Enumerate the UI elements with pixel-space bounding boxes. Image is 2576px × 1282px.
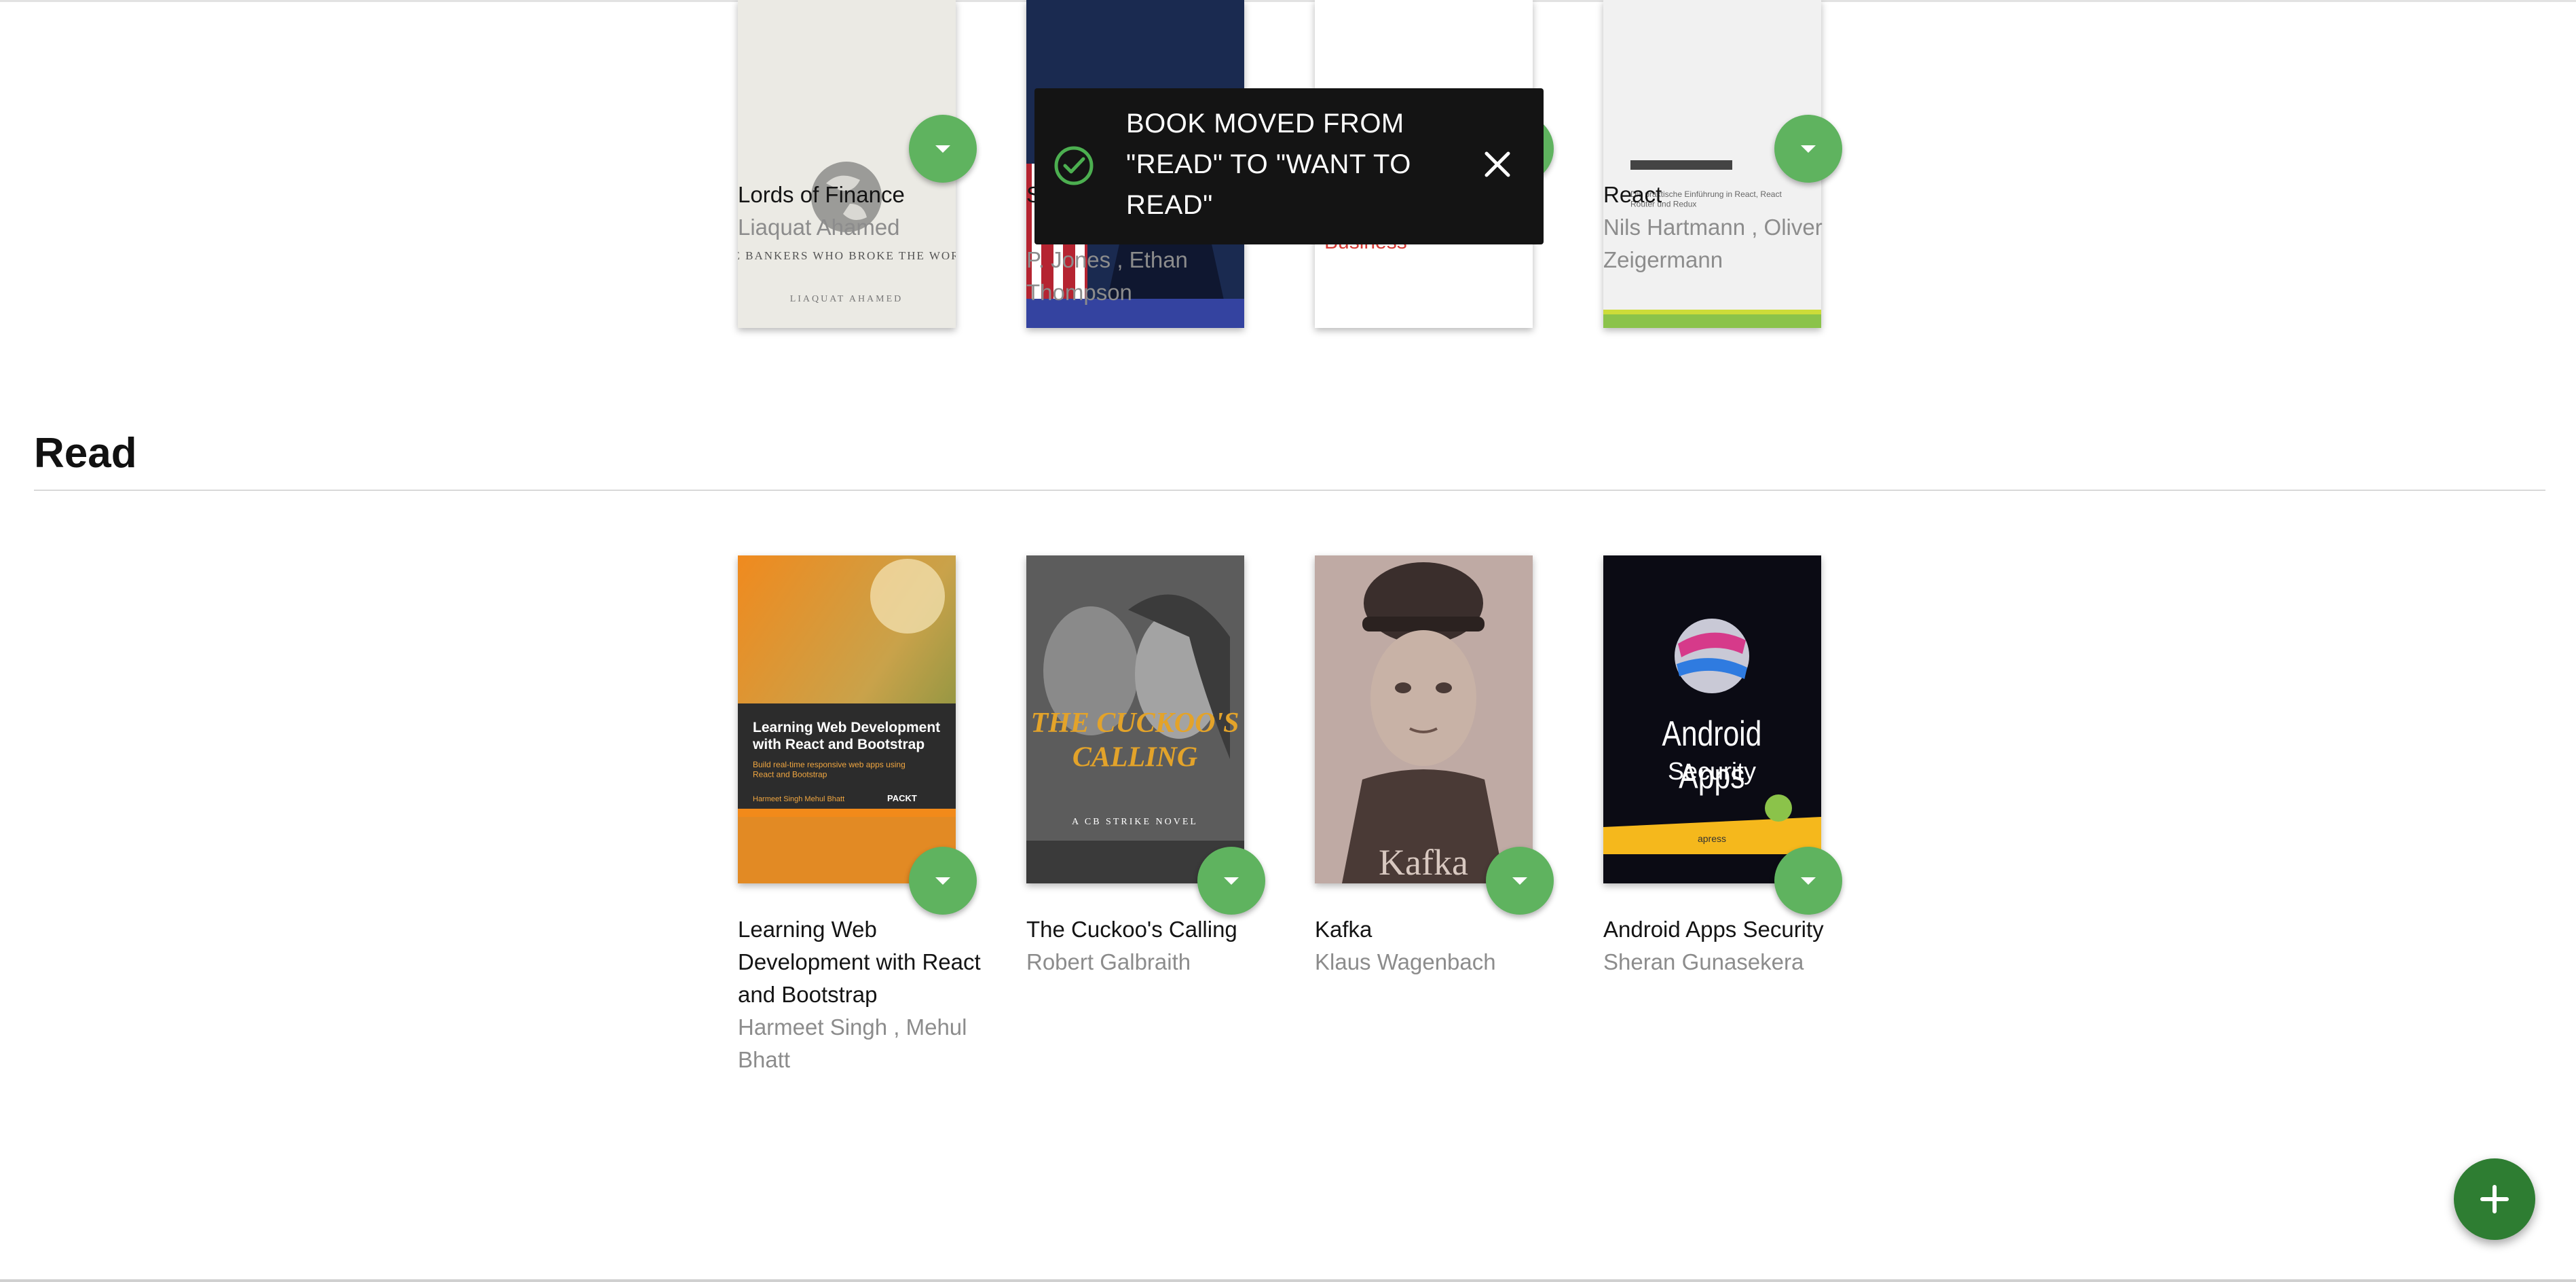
shelf-changer-button[interactable] [1197,847,1265,915]
book-authors: P. Jones , Ethan Thompson [1026,247,1188,305]
shelf-divider [34,490,2545,491]
book-title: The Cuckoo's Calling [1026,917,1237,942]
add-book-button[interactable] [2454,1158,2535,1240]
arrow-drop-down-icon [935,145,950,153]
shelf-changer-button[interactable] [1774,115,1842,183]
top-divider [0,0,2576,2]
book-authors: Nils Hartmann , Oliver Zeigermann [1603,215,1823,272]
toast-message: BOOK MOVED FROM "READ" TO "WANT TO READ" [1126,109,1411,220]
book-authors: Harmeet Singh , Mehul Bhatt [738,1014,967,1072]
svg-text:Kafka: Kafka [1379,842,1468,883]
bottom-divider [0,1279,2576,1282]
book-authors: Klaus Wagenbach [1315,949,1496,974]
book-title: React [1603,182,1662,207]
arrow-drop-down-icon [1512,877,1527,885]
svg-text:Harmeet Singh Mehul Bhatt: Harmeet Singh Mehul Bhatt [753,795,844,803]
plus-icon [2480,1185,2509,1213]
book-authors: Robert Galbraith [1026,949,1191,974]
svg-text:A CB STRIKE NOVEL: A CB STRIKE NOVEL [1072,817,1198,827]
book-cover[interactable]: Kafka [1315,555,1533,883]
book-title: Android Apps Security [1603,917,1824,942]
shelf-changer-button[interactable] [909,847,977,915]
shelf-changer-button[interactable] [1774,847,1842,915]
svg-text:LIAQUAT AHAMED: LIAQUAT AHAMED [790,294,903,304]
close-icon[interactable] [1480,147,1515,182]
toast-notification: BOOK MOVED FROM "READ" TO "WANT TO READ" [1034,88,1544,244]
svg-text:Security: Security [1668,757,1756,785]
book-title: Learning Web Development with React and … [738,917,981,1007]
svg-text:apress: apress [1698,833,1726,844]
arrow-drop-down-icon [935,877,950,885]
book-cover[interactable]: Android Apps Security apress [1603,555,1821,883]
book-authors: Sheran Gunasekera [1603,949,1804,974]
svg-text:PACKT: PACKT [887,793,917,803]
book-title: Kafka [1315,917,1373,942]
shelf-changer-button[interactable] [1486,847,1554,915]
arrow-drop-down-icon [1224,877,1239,885]
shelf-changer-button[interactable] [909,115,977,183]
svg-text:THE BANKERS WHO BROKE THE WORL: THE BANKERS WHO BROKE THE WORLD [738,249,956,262]
shelf-title-read: Read [34,430,137,477]
check-circle-icon [1054,146,1094,185]
book-title: Lords of Finance [738,182,905,207]
arrow-drop-down-icon [1801,877,1816,885]
book-cover[interactable]: THE CUCKOO'S CALLING A CB STRIKE NOVEL [1026,555,1244,883]
book-authors: Liaquat Ahamed [738,215,900,240]
arrow-drop-down-icon [1801,145,1816,153]
book-cover[interactable]: Learning Web Development with React and B… [738,555,956,883]
